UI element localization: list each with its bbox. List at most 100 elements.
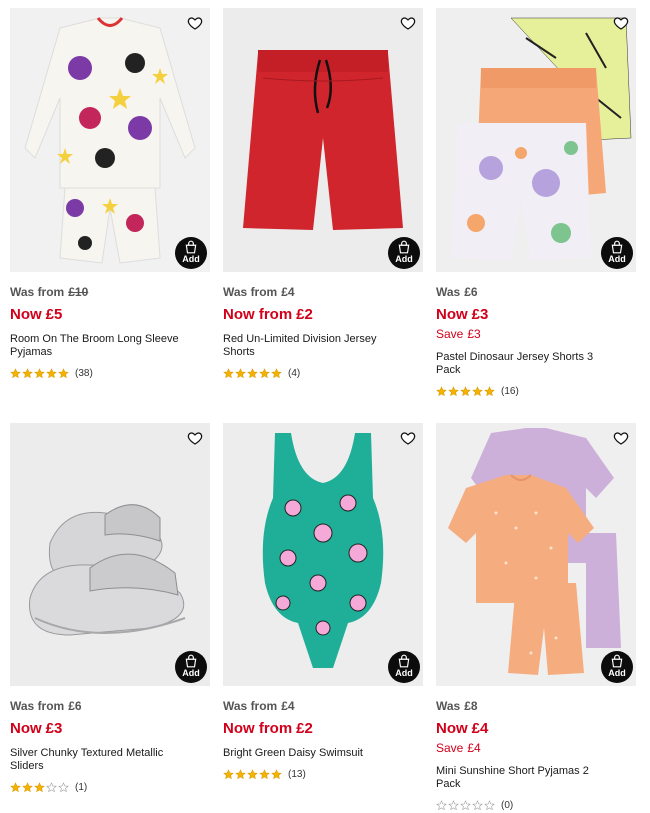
product-image-sliders[interactable]: Add: [10, 423, 210, 686]
product-image-pyjamas-2pack[interactable]: Add: [436, 423, 636, 686]
star-icon: [22, 367, 33, 378]
star-icon: [34, 367, 45, 378]
star-icon: [448, 385, 459, 396]
now-price: Now from £2: [223, 306, 313, 323]
rating: (4): [223, 367, 423, 379]
star-icon: [460, 799, 471, 810]
heart-outline-icon[interactable]: [613, 15, 629, 31]
star-icon: [472, 385, 483, 396]
star-icon: [22, 781, 33, 792]
now-price: Now £3: [436, 306, 489, 323]
heart-outline-icon[interactable]: [400, 15, 416, 31]
star-icon: [271, 768, 282, 779]
star-icon: [436, 799, 447, 810]
save-amount: Save £4: [436, 741, 481, 755]
review-count: (4): [288, 367, 301, 379]
star-icon: [484, 799, 495, 810]
star-icon: [271, 367, 282, 378]
star-icon: [235, 768, 246, 779]
now-price: Now £5: [10, 306, 63, 323]
green-swimsuit-illustration: [262, 433, 384, 668]
review-count: (0): [501, 799, 514, 811]
pyjamas-illustration: [24, 17, 196, 264]
star-icon: [46, 367, 57, 378]
star-icon: [448, 799, 459, 810]
product-name[interactable]: Red Un-Limited Division Jersey Shorts: [223, 333, 403, 359]
add-to-bag-button[interactable]: Add: [175, 651, 207, 683]
star-icon: [58, 367, 69, 378]
star-icon: [46, 781, 57, 792]
star-icon: [10, 781, 21, 792]
was-price: Was from £6: [10, 699, 82, 713]
product-name[interactable]: Silver Chunky Textured Metallic Sliders: [10, 747, 190, 773]
star-rating: [10, 367, 70, 379]
product-name[interactable]: Pastel Dinosaur Jersey Shorts 3 Pack: [436, 351, 616, 377]
add-label: Add: [182, 668, 200, 678]
star-icon: [223, 367, 234, 378]
add-to-bag-button[interactable]: Add: [175, 237, 207, 269]
heart-outline-icon[interactable]: [613, 430, 629, 446]
pyjama-set-illustration: [448, 428, 621, 675]
star-rating: [436, 799, 496, 811]
product-name[interactable]: Room On The Broom Long Sleeve Pyjamas: [10, 333, 190, 359]
rating: (38): [10, 367, 210, 379]
star-icon: [259, 367, 270, 378]
add-label: Add: [395, 668, 413, 678]
product-card[interactable]: Add Was from £10 Now £5 Room On The Broom …: [10, 8, 210, 379]
product-name[interactable]: Bright Green Daisy Swimsuit: [223, 747, 403, 760]
star-icon: [235, 367, 246, 378]
star-icon: [58, 781, 69, 792]
add-label: Add: [395, 254, 413, 264]
rating: (0): [436, 799, 636, 811]
heart-outline-icon[interactable]: [400, 430, 416, 446]
heart-outline-icon[interactable]: [187, 15, 203, 31]
heart-outline-icon[interactable]: [187, 430, 203, 446]
star-rating: [223, 768, 283, 780]
red-shorts-illustration: [243, 50, 403, 230]
product-card[interactable]: Add Was from £4 Now from £2 Bright Green D…: [223, 423, 423, 780]
product-name[interactable]: Mini Sunshine Short Pyjamas 2 Pack: [436, 765, 616, 791]
product-card[interactable]: Add Was £8 Now £4 Save £4 Mini Sunshine Sho…: [436, 423, 636, 811]
star-rating: [436, 385, 496, 397]
add-label: Add: [182, 254, 200, 264]
review-count: (16): [501, 385, 519, 397]
add-to-bag-button[interactable]: Add: [388, 651, 420, 683]
star-icon: [223, 768, 234, 779]
rating: (13): [223, 768, 423, 780]
star-icon: [436, 385, 447, 396]
shopping-bag-icon: [185, 240, 197, 254]
star-icon: [34, 781, 45, 792]
now-price: Now £4: [436, 720, 489, 737]
save-amount: Save £3: [436, 327, 481, 341]
silver-sliders-illustration: [29, 504, 186, 636]
shopping-bag-icon: [398, 654, 410, 668]
shopping-bag-icon: [398, 240, 410, 254]
star-icon: [484, 385, 495, 396]
product-grid: Add Was from £10 Now £5 Room On The Broom …: [0, 0, 650, 813]
product-image-pyjamas[interactable]: Add: [10, 8, 210, 272]
was-price: Was from £4: [223, 285, 295, 299]
dino-shorts-illustration: [451, 17, 632, 260]
product-image-dino-shorts[interactable]: Add: [436, 8, 636, 272]
add-to-bag-button[interactable]: Add: [601, 651, 633, 683]
star-icon: [247, 367, 258, 378]
review-count: (13): [288, 768, 306, 780]
shopping-bag-icon: [185, 654, 197, 668]
was-price: Was from £4: [223, 699, 295, 713]
star-icon: [247, 768, 258, 779]
add-to-bag-button[interactable]: Add: [601, 237, 633, 269]
product-card[interactable]: Add Was £6 Now £3 Save £3 Pastel Dinosaur J…: [436, 8, 636, 397]
product-image-shorts[interactable]: Add: [223, 8, 423, 272]
was-price: Was £6: [436, 285, 478, 299]
product-card[interactable]: Add Was from £4 Now from £2 Red Un-Limited…: [223, 8, 423, 379]
shopping-bag-icon: [611, 654, 623, 668]
was-price: Was £8: [436, 699, 478, 713]
shopping-bag-icon: [611, 240, 623, 254]
review-count: (1): [75, 781, 88, 793]
product-card[interactable]: Add Was from £6 Now £3 Silver Chunky Textu…: [10, 423, 210, 793]
add-to-bag-button[interactable]: Add: [388, 237, 420, 269]
product-image-swimsuit[interactable]: Add: [223, 423, 423, 686]
add-label: Add: [608, 254, 626, 264]
rating: (16): [436, 385, 636, 397]
now-price: Now from £2: [223, 720, 313, 737]
